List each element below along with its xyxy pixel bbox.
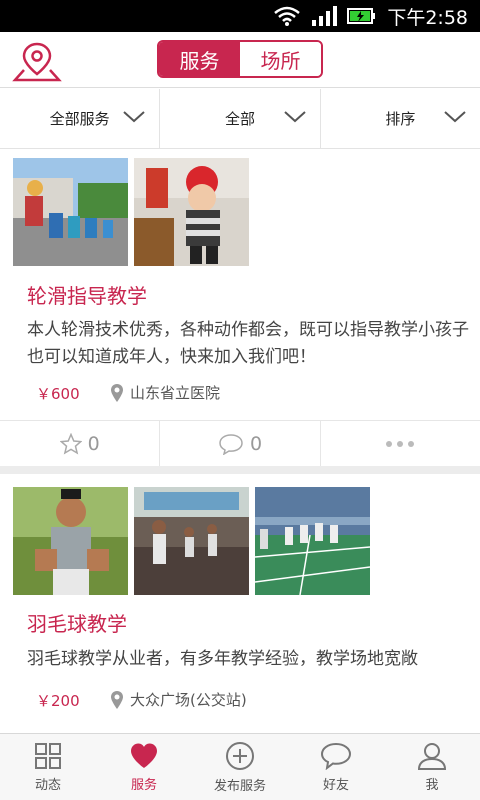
chevron-down-icon bbox=[283, 111, 306, 123]
card-divider bbox=[0, 466, 480, 474]
more-button[interactable] bbox=[321, 421, 480, 466]
listing-photo[interactable] bbox=[13, 158, 128, 266]
location-pin-icon[interactable] bbox=[12, 40, 62, 82]
grid-icon bbox=[35, 742, 61, 769]
comment-button[interactable]: 0 bbox=[160, 421, 321, 466]
signal-icon bbox=[312, 6, 338, 26]
listing-price: ￥600 bbox=[36, 385, 80, 403]
listing-price: ￥200 bbox=[36, 692, 80, 710]
listing-description: 羽毛球教学从业者，有多年教学经验，教学场地宽敞 bbox=[27, 649, 418, 669]
listing-card[interactable]: 羽毛球教学 羽毛球教学从业者，有多年教学经验，教学场地宽敞 ￥200 大众广场(… bbox=[0, 474, 480, 733]
listing-card[interactable]: 轮滑指导教学 本人轮滑技术优秀，各种动作都会，既可以指导教学小孩子也可以知道成年… bbox=[0, 150, 480, 466]
more-dots-icon bbox=[386, 440, 415, 447]
filter-label: 排序 bbox=[385, 110, 416, 128]
filter-label: 全部 bbox=[224, 110, 255, 128]
like-count: 0 bbox=[87, 432, 100, 455]
battery-charging-icon bbox=[347, 8, 376, 24]
status-bar: 下午2:58 bbox=[0, 0, 480, 32]
listing-description: 本人轮滑技术优秀，各种动作都会，既可以指导教学小孩子也可以知道成年人，快来加入我… bbox=[27, 320, 469, 367]
wifi-icon bbox=[274, 6, 301, 26]
listing-title[interactable]: 轮滑指导教学 bbox=[27, 280, 147, 309]
location-label: 大众广场(公交站) bbox=[130, 691, 247, 709]
listing-photo[interactable] bbox=[134, 487, 249, 595]
filter-service-type[interactable]: 全部服务 bbox=[0, 89, 161, 148]
tab-feed[interactable]: 动态 bbox=[0, 734, 96, 800]
tab-label: 发布服务 bbox=[213, 778, 266, 794]
photo-strip bbox=[13, 487, 370, 595]
photo-strip bbox=[13, 158, 249, 266]
tab-label: 服务 bbox=[130, 777, 157, 793]
heart-icon bbox=[131, 743, 157, 768]
tab-venues[interactable]: 场所 bbox=[240, 42, 321, 76]
plus-circle-icon bbox=[226, 741, 254, 770]
filter-bar: 全部服务 全部 排序 bbox=[0, 89, 480, 149]
like-button[interactable]: 0 bbox=[0, 421, 161, 466]
tab-me[interactable]: 我 bbox=[384, 734, 480, 800]
listing-photo[interactable] bbox=[13, 487, 128, 595]
person-icon bbox=[417, 742, 447, 770]
filter-label: 全部服务 bbox=[49, 110, 110, 128]
top-bar: 服务 场所 bbox=[0, 32, 480, 88]
tab-services[interactable]: 服务 bbox=[159, 42, 240, 76]
tab-friends[interactable]: 好友 bbox=[288, 734, 384, 800]
bottom-tab-bar: 动态 服务 发布服务 好友 我 bbox=[0, 733, 480, 800]
tab-services-bottom[interactable]: 服务 bbox=[96, 734, 192, 800]
listing-location: 大众广场(公交站) bbox=[110, 689, 247, 710]
filter-area[interactable]: 全部 bbox=[160, 89, 321, 148]
chevron-down-icon bbox=[444, 111, 466, 123]
comment-count: 0 bbox=[249, 432, 263, 455]
clock: 下午2:58 bbox=[387, 6, 468, 29]
listing-title[interactable]: 羽毛球教学 bbox=[27, 608, 127, 637]
tab-label: 好友 bbox=[322, 777, 349, 793]
segmented-control: 服务 场所 bbox=[157, 40, 323, 78]
comment-icon bbox=[219, 433, 243, 455]
map-pin-icon bbox=[111, 383, 123, 402]
action-bar: 0 0 bbox=[0, 420, 480, 466]
tab-label: 动态 bbox=[34, 777, 61, 793]
chat-bubble-icon bbox=[320, 742, 352, 770]
star-icon bbox=[59, 432, 82, 455]
tab-publish[interactable]: 发布服务 bbox=[192, 734, 288, 800]
map-pin-icon bbox=[111, 690, 123, 709]
chevron-down-icon bbox=[123, 111, 145, 123]
listing-photo[interactable] bbox=[255, 487, 370, 595]
listing-location: 山东省立医院 bbox=[110, 382, 220, 403]
listing-photo[interactable] bbox=[134, 158, 249, 266]
tab-label: 我 bbox=[425, 777, 439, 793]
filter-sort[interactable]: 排序 bbox=[321, 89, 480, 148]
location-label: 山东省立医院 bbox=[130, 384, 221, 402]
